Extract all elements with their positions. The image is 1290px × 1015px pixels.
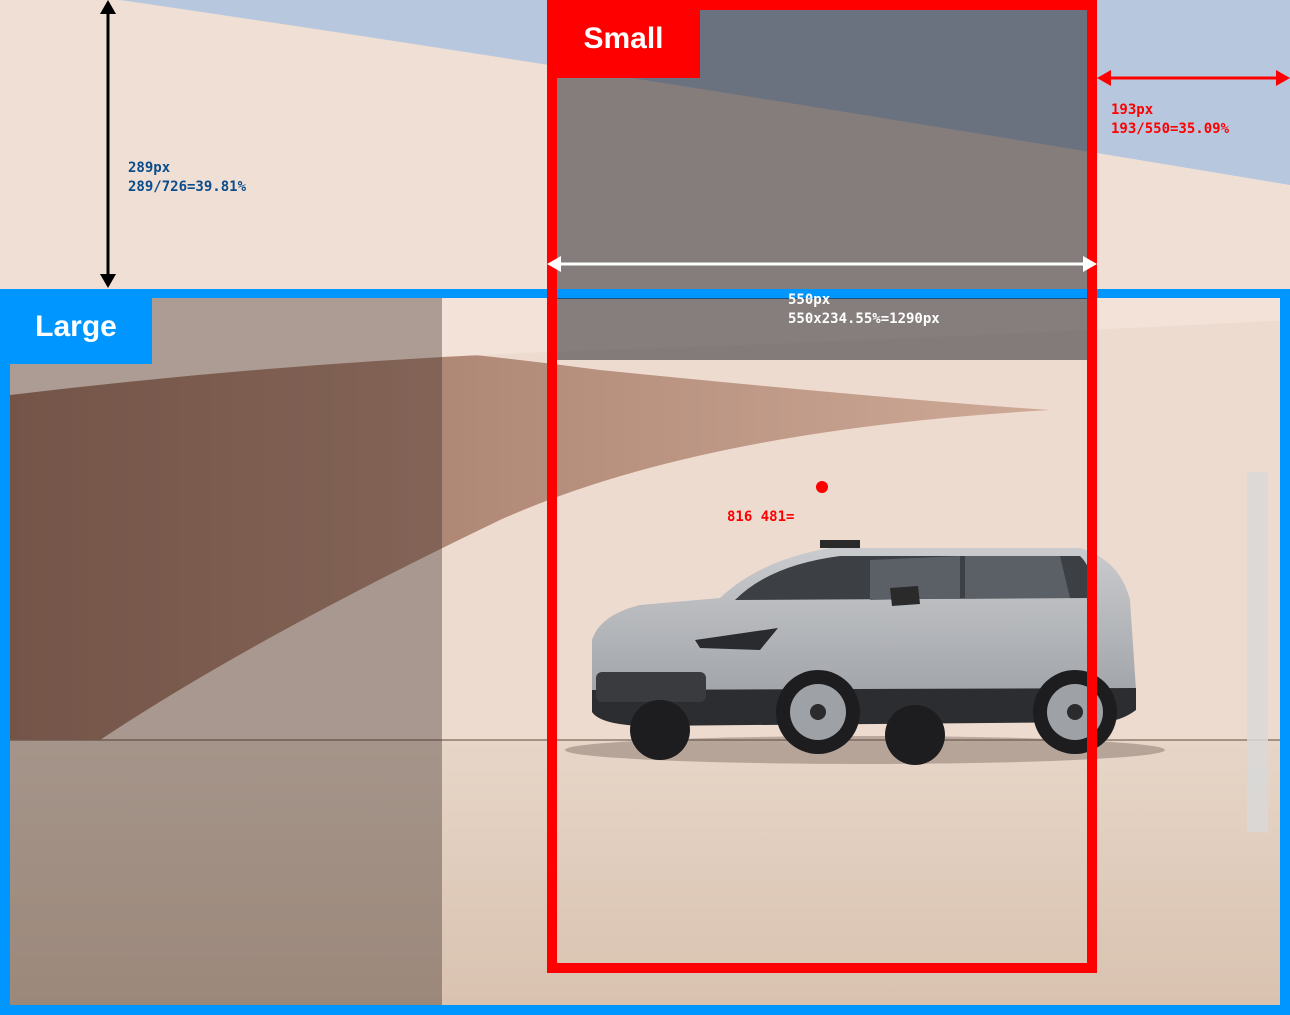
small-frame (547, 0, 1097, 973)
large-label: Large (0, 289, 152, 364)
small-label: Small (547, 0, 700, 78)
width-text: 550px 550x234.55%=1290px (788, 292, 940, 327)
right-offset-text: 193px 193/550=35.09% (1111, 102, 1230, 137)
vertical-offset-text: 289px 289/726=39.81% (128, 160, 247, 195)
center-point-text: 816 481= (727, 509, 795, 525)
